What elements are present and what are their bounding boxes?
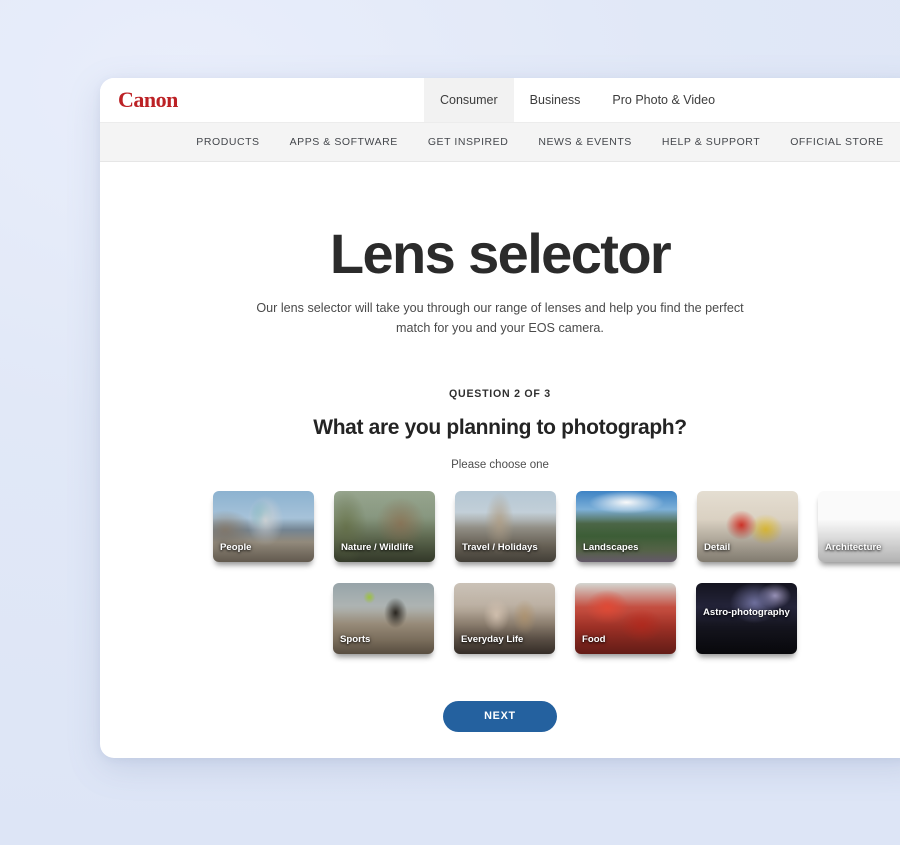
site-topbar: Canon Consumer Business Pro Photo & Video xyxy=(100,78,900,122)
option-card-people[interactable]: People xyxy=(213,490,314,562)
primary-nav: PRODUCTS APPS & SOFTWARE GET INSPIRED NEWS … xyxy=(100,122,900,162)
nav-item-get-inspired[interactable]: GET INSPIRED xyxy=(428,136,509,148)
nav-item-news-events[interactable]: NEWS & EVENTS xyxy=(538,136,632,148)
canon-logo-wrap[interactable]: Canon xyxy=(100,78,424,122)
nav-item-apps-software[interactable]: APPS & SOFTWARE xyxy=(290,136,398,148)
option-card-thumbnail[interactable]: Food xyxy=(575,582,676,654)
option-card-thumbnail[interactable]: Landscapes xyxy=(576,490,677,562)
page-content: Lens selector Our lens selector will tak… xyxy=(100,162,900,732)
nav-item-official-store[interactable]: OFFICIAL STORE xyxy=(790,136,883,148)
option-card-everyday-life[interactable]: Everyday Life xyxy=(449,577,560,659)
option-card-astro-photography[interactable]: Astro-photography xyxy=(696,582,797,654)
nav-item-products[interactable]: PRODUCTS xyxy=(196,136,259,148)
page-subtitle: Our lens selector will take you through … xyxy=(256,301,744,335)
option-card-thumbnail[interactable]: People xyxy=(213,490,314,562)
audience-tabs: Consumer Business Pro Photo & Video xyxy=(424,78,731,122)
option-row-2: Sports Everyday Life Food Astro-photography xyxy=(333,577,797,659)
page-title: Lens selector xyxy=(329,222,672,285)
option-card-thumbnail[interactable]: Nature / Wildlife xyxy=(334,490,435,562)
next-button-wrap: NEXT xyxy=(100,700,900,732)
option-card-thumbnail[interactable]: Travel / Holidays xyxy=(455,490,556,562)
option-card-thumbnail[interactable]: Sports xyxy=(333,582,434,654)
option-card-thumbnail[interactable]: Astro-photography xyxy=(696,582,797,654)
option-card-label: Everyday Life xyxy=(461,634,524,646)
option-card-label: Nature / Wildlife xyxy=(341,542,414,554)
option-card-detail[interactable]: Detail xyxy=(697,490,798,562)
option-card-food[interactable]: Food xyxy=(575,582,676,654)
option-row-1: People Nature / Wildlife Travel / Holidays… xyxy=(213,490,900,562)
option-card-label: People xyxy=(220,542,252,554)
option-card-thumbnail[interactable]: Everyday Life xyxy=(454,582,555,654)
option-card-label: Travel / Holidays xyxy=(462,542,538,554)
option-grid: People Nature / Wildlife Travel / Holidays… xyxy=(100,490,900,669)
option-card-nature-wildlife[interactable]: Nature / Wildlife xyxy=(334,490,435,562)
option-card-label: Astro-photography xyxy=(703,606,790,618)
option-card-label: Detail xyxy=(704,542,731,554)
question-title: What are you planning to photograph? xyxy=(313,415,687,439)
option-card-architecture[interactable]: Architecture xyxy=(818,490,900,562)
next-button[interactable]: NEXT xyxy=(443,700,557,732)
option-card-thumbnail[interactable]: Architecture xyxy=(818,490,900,562)
browser-window: Canon Consumer Business Pro Photo & Video … xyxy=(100,78,900,758)
option-card-landscapes[interactable]: Landscapes xyxy=(576,490,677,562)
audience-tab-pro-photo-video[interactable]: Pro Photo & Video xyxy=(596,78,731,122)
option-card-label: Landscapes xyxy=(583,542,639,554)
canon-logo: Canon xyxy=(118,87,178,112)
option-card-label: Food xyxy=(582,634,606,646)
option-card-label: Sports xyxy=(340,634,371,646)
question-counter: QUESTION 2 OF 3 xyxy=(449,387,551,400)
option-card-travel-holidays[interactable]: Travel / Holidays xyxy=(455,490,556,562)
audience-tab-consumer[interactable]: Consumer xyxy=(424,78,514,122)
question-hint: Please choose one xyxy=(451,458,549,471)
audience-tab-business[interactable]: Business xyxy=(514,78,597,122)
option-card-sports[interactable]: Sports xyxy=(333,582,434,654)
option-card-label: Architecture xyxy=(825,542,882,554)
option-card-thumbnail[interactable]: Detail xyxy=(697,490,798,562)
nav-item-help-support[interactable]: HELP & SUPPORT xyxy=(662,136,760,148)
